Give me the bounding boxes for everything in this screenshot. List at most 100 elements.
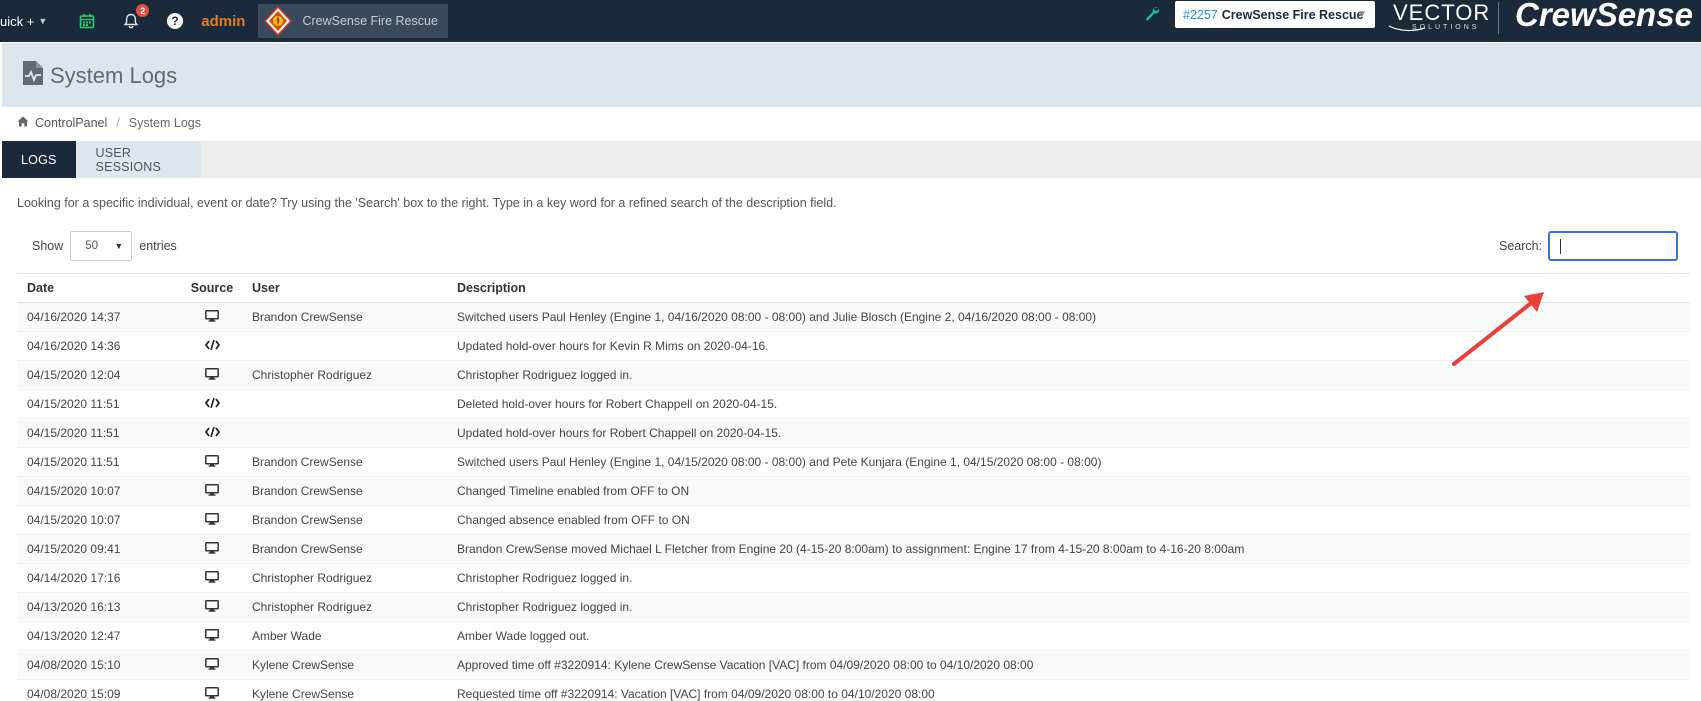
table-row[interactable]: 04/15/2020 11:51 Updated hold-over hours … — [17, 418, 1690, 448]
help-question-icon[interactable]: ? — [165, 11, 185, 31]
code-icon — [204, 426, 220, 441]
search-help-text: Looking for a specific individual, event… — [17, 196, 837, 210]
text-cursor — [1560, 239, 1562, 254]
table-row[interactable]: 04/13/2020 16:13 Christopher Rodriguez Chr… — [17, 592, 1690, 622]
annotation-arrow — [1452, 292, 1544, 366]
organization-number: #2257 — [1183, 7, 1218, 22]
log-source — [182, 389, 242, 419]
log-description: Approved time off #3220914: Kylene CrewS… — [447, 650, 1690, 680]
log-description: Requested time off #3220914: Vacation [V… — [447, 679, 1690, 701]
table-row[interactable]: 04/15/2020 10:07 Brandon CrewSense Changed… — [17, 476, 1690, 506]
log-description: Changed absence enabled from OFF to ON — [447, 505, 1690, 535]
log-source — [182, 302, 242, 332]
log-description: Updated hold-over hours for Robert Chapp… — [447, 418, 1690, 448]
page-title: System Logs — [22, 60, 177, 92]
table-row[interactable]: 04/15/2020 11:51 Deleted hold-over hours … — [17, 389, 1690, 419]
log-source — [182, 534, 242, 564]
table-row[interactable]: 04/15/2020 09:41 Brandon CrewSense Brandon… — [17, 534, 1690, 564]
table-row[interactable]: 04/14/2020 17:16 Christopher Rodriguez Chr… — [17, 563, 1690, 593]
notification-count-badge: 2 — [135, 3, 151, 18]
monitor-icon — [205, 686, 219, 701]
organization-select-name: CrewSense Fire Rescue — [1221, 7, 1364, 22]
log-date: 04/08/2020 15:10 — [17, 650, 182, 680]
organization-select[interactable]: #2257 CrewSense Fire Rescue ▼ — [1175, 1, 1375, 28]
admin-link[interactable]: admin — [201, 13, 245, 30]
tab-user-sessions[interactable]: USER SESSIONS — [75, 141, 201, 178]
table-row[interactable]: 04/08/2020 15:09 Kylene CrewSense Requeste… — [17, 679, 1690, 701]
log-date: 04/15/2020 11:51 — [17, 389, 182, 419]
log-user — [242, 331, 447, 361]
log-source — [182, 563, 242, 593]
organization-switcher[interactable]: CrewSense Fire Rescue — [258, 4, 448, 38]
vector-solutions-logo: VECTOR SOLUTIONS — [1385, 0, 1490, 34]
log-date: 04/13/2020 12:47 — [17, 621, 182, 651]
log-user: Christopher Rodriguez — [242, 360, 447, 390]
table-row[interactable]: 04/13/2020 12:47 Amber Wade Amber Wade log… — [17, 621, 1690, 651]
log-source — [182, 447, 242, 477]
log-source — [182, 505, 242, 535]
monitor-icon — [205, 367, 219, 383]
column-header-user[interactable]: User — [242, 273, 447, 303]
page-title-text: System Logs — [50, 63, 178, 88]
entries-length-control: Show 50 ▼ entries — [32, 231, 177, 261]
tab-logs[interactable]: LOGS — [2, 141, 76, 178]
entries-per-page-value: 50 — [85, 240, 99, 252]
search-label: Search: — [1499, 239, 1543, 253]
monitor-icon — [205, 512, 219, 528]
log-date: 04/08/2020 15:09 — [17, 679, 182, 701]
log-user: Brandon CrewSense — [242, 476, 447, 506]
home-icon — [17, 116, 29, 130]
monitor-icon — [205, 657, 219, 673]
table-row[interactable]: 04/08/2020 15:10 Kylene CrewSense Approved… — [17, 650, 1690, 680]
log-date: 04/15/2020 10:07 — [17, 505, 182, 535]
logo-divider — [1498, 2, 1499, 34]
chevron-down-icon: ▼ — [114, 241, 124, 251]
log-date: 04/16/2020 14:36 — [17, 331, 182, 361]
log-date: 04/15/2020 11:51 — [17, 447, 182, 477]
vector-logo-text: VECTOR — [1393, 0, 1491, 25]
log-date: 04/15/2020 10:07 — [17, 476, 182, 506]
log-date: 04/15/2020 09:41 — [17, 534, 182, 564]
tab-bar: LOGS USER SESSIONS — [2, 141, 1701, 178]
log-user: Amber Wade — [242, 621, 447, 651]
code-icon — [204, 339, 220, 354]
crewsense-logo: CrewSense — [1515, 0, 1693, 33]
search-input[interactable] — [1548, 231, 1679, 261]
log-source — [182, 592, 242, 622]
breadcrumb-current: System Logs — [128, 116, 202, 130]
file-pulse-icon — [22, 60, 44, 92]
log-user: Kylene CrewSense — [242, 650, 447, 680]
log-description: Christopher Rodriguez logged in. — [447, 592, 1690, 622]
log-description: Changed Timeline enabled from OFF to ON — [447, 476, 1690, 506]
log-source — [182, 650, 242, 680]
log-date: 04/16/2020 14:37 — [17, 302, 182, 332]
quick-add-menu[interactable]: uick + ▼ — [0, 14, 47, 29]
log-source — [182, 679, 242, 701]
log-date: 04/15/2020 11:51 — [17, 418, 182, 448]
log-date: 04/13/2020 16:13 — [17, 592, 182, 622]
show-label: Show — [32, 239, 64, 253]
notifications-bell-icon[interactable]: 2 — [121, 3, 151, 31]
wrench-settings-icon[interactable] — [1144, 5, 1160, 24]
monitor-icon — [205, 541, 219, 557]
monitor-icon — [205, 483, 219, 499]
log-user — [242, 389, 447, 419]
log-source — [182, 360, 242, 390]
calendar-icon[interactable] — [77, 11, 97, 31]
log-date: 04/15/2020 12:04 — [17, 360, 182, 390]
table-row[interactable]: 04/15/2020 11:51 Brandon CrewSense Switche… — [17, 447, 1690, 477]
fire-department-logo — [262, 5, 294, 37]
table-search-control: Search: — [1499, 231, 1679, 261]
log-user: Brandon CrewSense — [242, 534, 447, 564]
log-user: Christopher Rodriguez — [242, 563, 447, 593]
column-header-date[interactable]: Date — [17, 273, 182, 303]
table-row[interactable]: 04/15/2020 10:07 Brandon CrewSense Changed… — [17, 505, 1690, 535]
entries-per-page-select[interactable]: 50 ▼ — [70, 231, 133, 261]
log-date: 04/14/2020 17:16 — [17, 563, 182, 593]
monitor-icon — [205, 454, 219, 470]
breadcrumb-controlpanel-link[interactable]: ControlPanel — [35, 116, 107, 130]
log-description: Brandon CrewSense moved Michael L Fletch… — [447, 534, 1690, 564]
column-header-source[interactable]: Source — [182, 273, 242, 303]
log-source — [182, 331, 242, 361]
log-source — [182, 418, 242, 448]
